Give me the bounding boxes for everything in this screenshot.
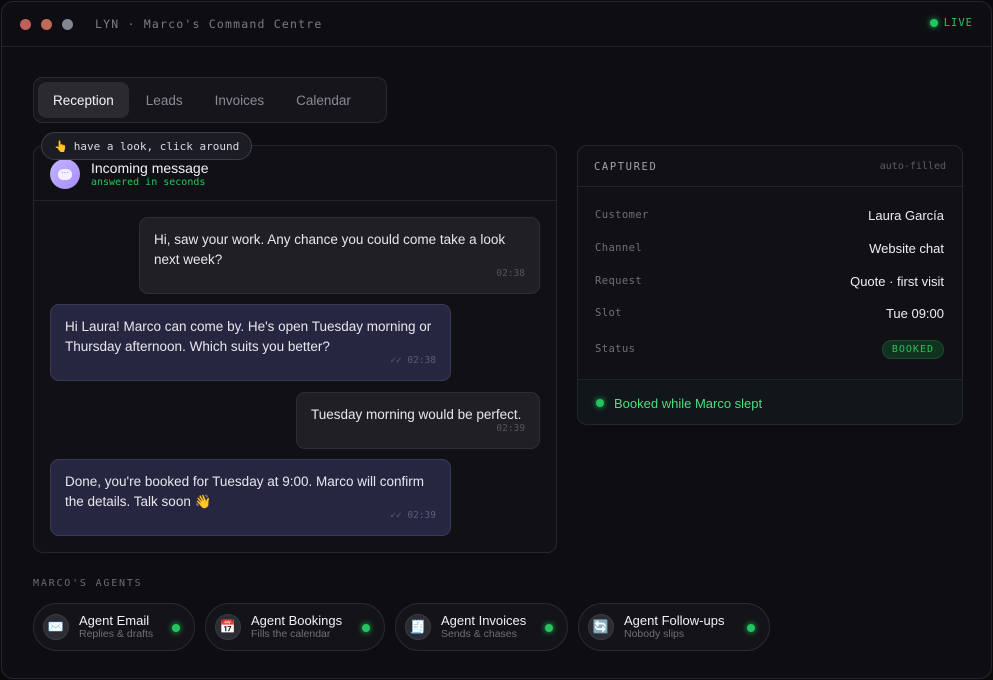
message-text: Hi, saw your work. Any chance you could … bbox=[154, 232, 506, 267]
message-text: Hi Laura! Marco can come by. He's open T… bbox=[65, 319, 432, 354]
field-key: Slot bbox=[595, 307, 622, 319]
field-key: Request bbox=[595, 275, 643, 287]
pointing-hand-icon: 👆 bbox=[54, 139, 68, 153]
tab-bar: Reception Leads Invoices Calendar bbox=[33, 77, 387, 123]
agent-bookings-card[interactable]: 📅 Agent Bookings Fills the calendar bbox=[205, 603, 385, 651]
agent-message: Hi Laura! Marco can come by. He's open T… bbox=[50, 304, 451, 381]
chat-bubble-icon: ··· bbox=[58, 168, 72, 180]
title-bar: LYN · Marco's Command Centre LIVE bbox=[2, 2, 991, 47]
maximize-window-button[interactable] bbox=[62, 18, 73, 30]
field-channel: Channel Website chat bbox=[595, 238, 944, 258]
agent-status-dot-icon bbox=[747, 624, 755, 632]
receipt-icon: 🧾 bbox=[405, 614, 431, 640]
field-value: Quote · first visit bbox=[850, 273, 944, 289]
agent-name: Agent Bookings bbox=[251, 613, 343, 628]
chat-avatar: ··· bbox=[50, 159, 80, 189]
tab-reception[interactable]: Reception bbox=[38, 82, 129, 118]
captured-footer: Booked while Marco slept bbox=[578, 379, 962, 424]
captured-panel: CAPTURED auto-filled Customer Laura Garc… bbox=[577, 145, 963, 425]
captured-header: CAPTURED auto-filled bbox=[578, 146, 962, 187]
hint-text: have a look, click around bbox=[73, 139, 240, 153]
agent-description: Fills the calendar bbox=[251, 628, 331, 640]
click-around-hint: 👆 have a look, click around bbox=[41, 132, 253, 160]
status-badge: BOOKED bbox=[881, 339, 944, 359]
agent-followups-card[interactable]: 🔄 Agent Follow-ups Nobody slips bbox=[578, 603, 770, 651]
agent-status-dot-icon bbox=[172, 624, 180, 632]
app-window: LYN · Marco's Command Centre LIVE Recept… bbox=[1, 1, 992, 679]
minimize-window-button[interactable] bbox=[41, 18, 52, 30]
field-customer: Customer Laura García bbox=[595, 205, 944, 225]
field-key: Channel bbox=[595, 242, 643, 254]
window-controls bbox=[20, 18, 73, 30]
agent-name: Agent Email bbox=[79, 613, 150, 628]
captured-title: CAPTURED bbox=[594, 161, 658, 173]
agent-name: Agent Follow-ups bbox=[624, 613, 725, 628]
live-status-dot-icon bbox=[929, 19, 938, 27]
booked-notice: Booked while Marco slept bbox=[614, 395, 763, 411]
success-dot-icon bbox=[596, 399, 604, 407]
window-title: LYN · Marco's Command Centre bbox=[95, 17, 323, 31]
agent-description: Replies & drafts bbox=[79, 628, 154, 640]
agent-description: Sends & chases bbox=[441, 628, 517, 640]
field-slot: Slot Tue 09:00 bbox=[595, 303, 944, 323]
message-text: Done, you're booked for Tuesday at 9:00.… bbox=[65, 474, 425, 509]
field-status: Status BOOKED bbox=[595, 339, 944, 359]
field-key: Customer bbox=[595, 209, 649, 221]
auto-filled-label: auto-filled bbox=[879, 161, 946, 172]
tab-leads[interactable]: Leads bbox=[131, 82, 198, 118]
field-value: Website chat bbox=[869, 240, 944, 256]
agent-name: Agent Invoices bbox=[441, 613, 527, 628]
field-request: Request Quote · first visit bbox=[595, 271, 944, 291]
field-value: Tue 09:00 bbox=[885, 305, 944, 321]
close-window-button[interactable] bbox=[20, 18, 31, 30]
agent-description: Nobody slips bbox=[624, 628, 685, 640]
agents-section-label: MARCO'S AGENTS bbox=[33, 578, 143, 589]
live-label: LIVE bbox=[943, 17, 973, 29]
chat-title: Incoming message bbox=[91, 160, 209, 176]
message-text: Tuesday morning would be perfect. bbox=[311, 407, 522, 422]
field-value: Laura García bbox=[868, 207, 944, 223]
chat-panel: ··· Incoming message answered in seconds… bbox=[33, 145, 557, 553]
customer-message: Tuesday morning would be perfect. 02:39 bbox=[296, 392, 540, 449]
agent-message: Done, you're booked for Tuesday at 9:00.… bbox=[50, 459, 451, 536]
envelope-icon: ✉️ bbox=[43, 614, 69, 640]
tab-calendar[interactable]: Calendar bbox=[281, 82, 366, 118]
agent-status-dot-icon bbox=[362, 624, 370, 632]
agent-status-dot-icon bbox=[545, 624, 553, 632]
message-time: 02:39 bbox=[496, 423, 525, 434]
customer-message: Hi, saw your work. Any chance you could … bbox=[139, 217, 540, 294]
message-time: ✓✓ 02:39 bbox=[390, 510, 436, 521]
repeat-icon: 🔄 bbox=[588, 614, 614, 640]
live-indicator: LIVE bbox=[929, 17, 973, 29]
agent-invoices-card[interactable]: 🧾 Agent Invoices Sends & chases bbox=[395, 603, 568, 651]
tab-invoices[interactable]: Invoices bbox=[200, 82, 280, 118]
chat-subtitle: answered in seconds bbox=[91, 177, 206, 188]
calendar-icon: 📅 bbox=[215, 614, 241, 640]
agent-email-card[interactable]: ✉️ Agent Email Replies & drafts bbox=[33, 603, 195, 651]
message-time: 02:38 bbox=[496, 268, 525, 279]
message-time: ✓✓ 02:38 bbox=[390, 355, 436, 366]
field-key: Status bbox=[595, 343, 636, 355]
